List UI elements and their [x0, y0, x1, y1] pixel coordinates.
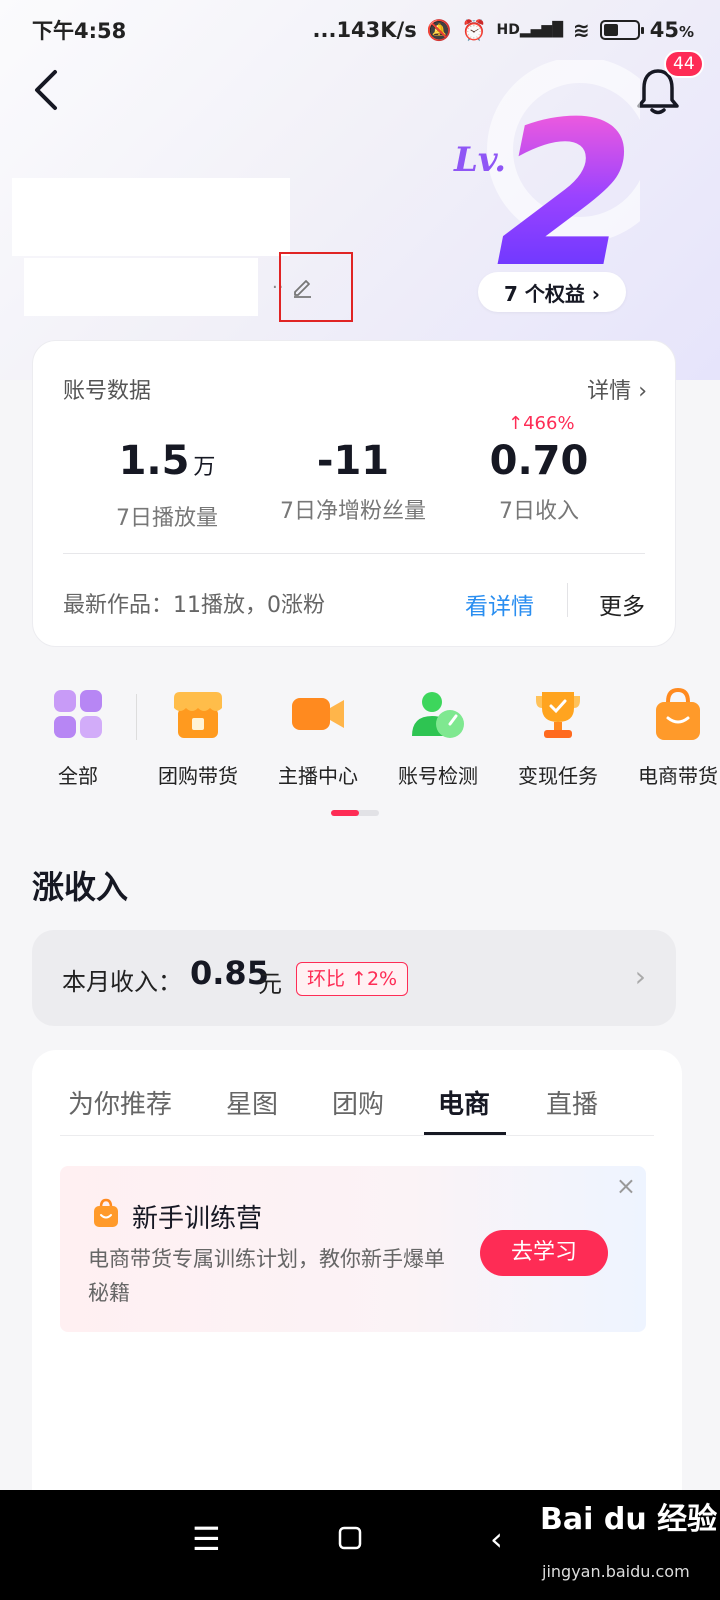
- close-icon[interactable]: ×: [616, 1172, 636, 1200]
- level-graphic: Lv. 2: [440, 60, 640, 296]
- chevron-right-icon: ›: [634, 960, 646, 993]
- promo-title: 新手训练营: [132, 1204, 263, 1234]
- tab-recommend[interactable]: 为你推荐: [68, 1084, 172, 1121]
- status-bar: 下午4:58 ...143K/s 🔕 ⏰ HD▂▄▆█ ≋ 45%: [0, 0, 720, 60]
- grid-icon: [50, 686, 106, 742]
- watermark-logo: Bai du 经验: [540, 1502, 718, 1537]
- menu-icon[interactable]: ☰: [192, 1520, 221, 1558]
- shortcut-separator: [136, 694, 137, 740]
- tab-ecommerce[interactable]: 电商: [438, 1084, 490, 1121]
- chevron-left-icon: [35, 70, 57, 110]
- trophy-icon: [530, 686, 586, 742]
- home-icon[interactable]: [338, 1520, 362, 1558]
- shop-icon: [170, 686, 226, 742]
- tab-live[interactable]: 直播: [546, 1084, 598, 1121]
- status-indicators: ...143K/s 🔕 ⏰ HD▂▄▆█ ≋ 45%: [313, 18, 694, 42]
- tab-active-indicator: [424, 1132, 506, 1135]
- shopping-bag-icon: [92, 1198, 120, 1228]
- user-info-redacted: [24, 258, 258, 316]
- recommend-card: 为你推荐 星图 团购 电商 直播 新手训练营 电商带货专属训练计划，教你新手爆单…: [32, 1050, 682, 1500]
- status-time: 下午4:58: [32, 19, 127, 43]
- card-title: 账号数据: [63, 379, 152, 404]
- alarm-icon: ⏰: [461, 18, 487, 42]
- mom-badge: 环比 ↑2%: [296, 962, 409, 996]
- back-nav-icon[interactable]: ‹: [490, 1520, 503, 1558]
- promo-description: 电商带货专属训练计划，教你新手爆单秘籍: [88, 1247, 445, 1305]
- mute-icon: 🔕: [426, 18, 452, 42]
- shopping-bag-icon: [650, 686, 706, 742]
- page-indicator-active: [331, 810, 359, 816]
- see-detail-link[interactable]: 看详情: [465, 587, 534, 621]
- shortcut-group-buy[interactable]: 团购带货: [138, 686, 258, 789]
- shortcut-row: 全部 团购带货 主播中心 账号检测 变现任务 电商带货: [0, 686, 720, 796]
- income-unit: 元: [258, 970, 282, 998]
- shortcut-ecommerce[interactable]: 电商带货: [618, 686, 720, 789]
- vertical-divider: [567, 583, 568, 617]
- latest-work-summary: 最新作品：11播放，0涨粉: [63, 593, 325, 618]
- section-title: 涨收入: [32, 868, 129, 906]
- benefits-button[interactable]: 7 个权益 ›: [478, 272, 626, 312]
- income-label: 本月收入：: [62, 968, 182, 996]
- shortcut-monetize-task[interactable]: 变现任务: [498, 686, 618, 789]
- network-speed: ...143K/s: [312, 18, 417, 42]
- signal-icon: HD▂▄▆█: [496, 22, 563, 38]
- wifi-icon: ≋: [572, 18, 590, 42]
- watermark-url: jingyan.baidu.com: [542, 1562, 690, 1581]
- notification-badge: 44: [664, 50, 704, 78]
- more-link[interactable]: 更多: [599, 587, 645, 621]
- level-number: 2: [496, 79, 636, 312]
- video-camera-icon: [290, 686, 346, 742]
- stat-followers[interactable]: -11 7日净增粉丝量: [253, 433, 453, 525]
- tab-xingtu[interactable]: 星图: [226, 1084, 278, 1121]
- stat-income[interactable]: 0.70 7日收入: [439, 433, 639, 525]
- account-data-card: 账号数据 详情 › ↑466% 1.5 万 7日播放量 -11 7日净增粉丝量 0…: [32, 340, 676, 647]
- monthly-income-bar[interactable]: 本月收入： 0.85 元 环比 ↑2% ›: [32, 930, 676, 1026]
- divider: [63, 553, 645, 554]
- learn-button[interactable]: 去学习: [480, 1230, 608, 1276]
- shortcut-account-check[interactable]: 账号检测: [378, 686, 498, 789]
- battery-percent: 45%: [649, 18, 694, 42]
- highlight-box: [279, 252, 353, 322]
- account-check-icon: [410, 686, 466, 742]
- tab-group-buy[interactable]: 团购: [332, 1084, 384, 1121]
- shortcut-all[interactable]: 全部: [18, 686, 138, 789]
- income-growth: ↑466%: [508, 413, 575, 434]
- username-redacted: [12, 178, 290, 256]
- page-indicator: [331, 810, 379, 816]
- detail-link[interactable]: 详情 ›: [587, 373, 647, 405]
- shortcut-anchor-center[interactable]: 主播中心: [258, 686, 378, 789]
- battery-icon: [599, 20, 644, 40]
- stat-plays[interactable]: 1.5 万 7日播放量: [67, 433, 267, 532]
- tab-bar: 为你推荐 星图 团购 电商 直播: [60, 1080, 654, 1136]
- promo-banner[interactable]: 新手训练营 电商带货专属训练计划，教你新手爆单秘籍 去学习 ×: [60, 1166, 646, 1332]
- back-button[interactable]: [26, 68, 66, 116]
- chevron-right-icon: ›: [638, 379, 647, 404]
